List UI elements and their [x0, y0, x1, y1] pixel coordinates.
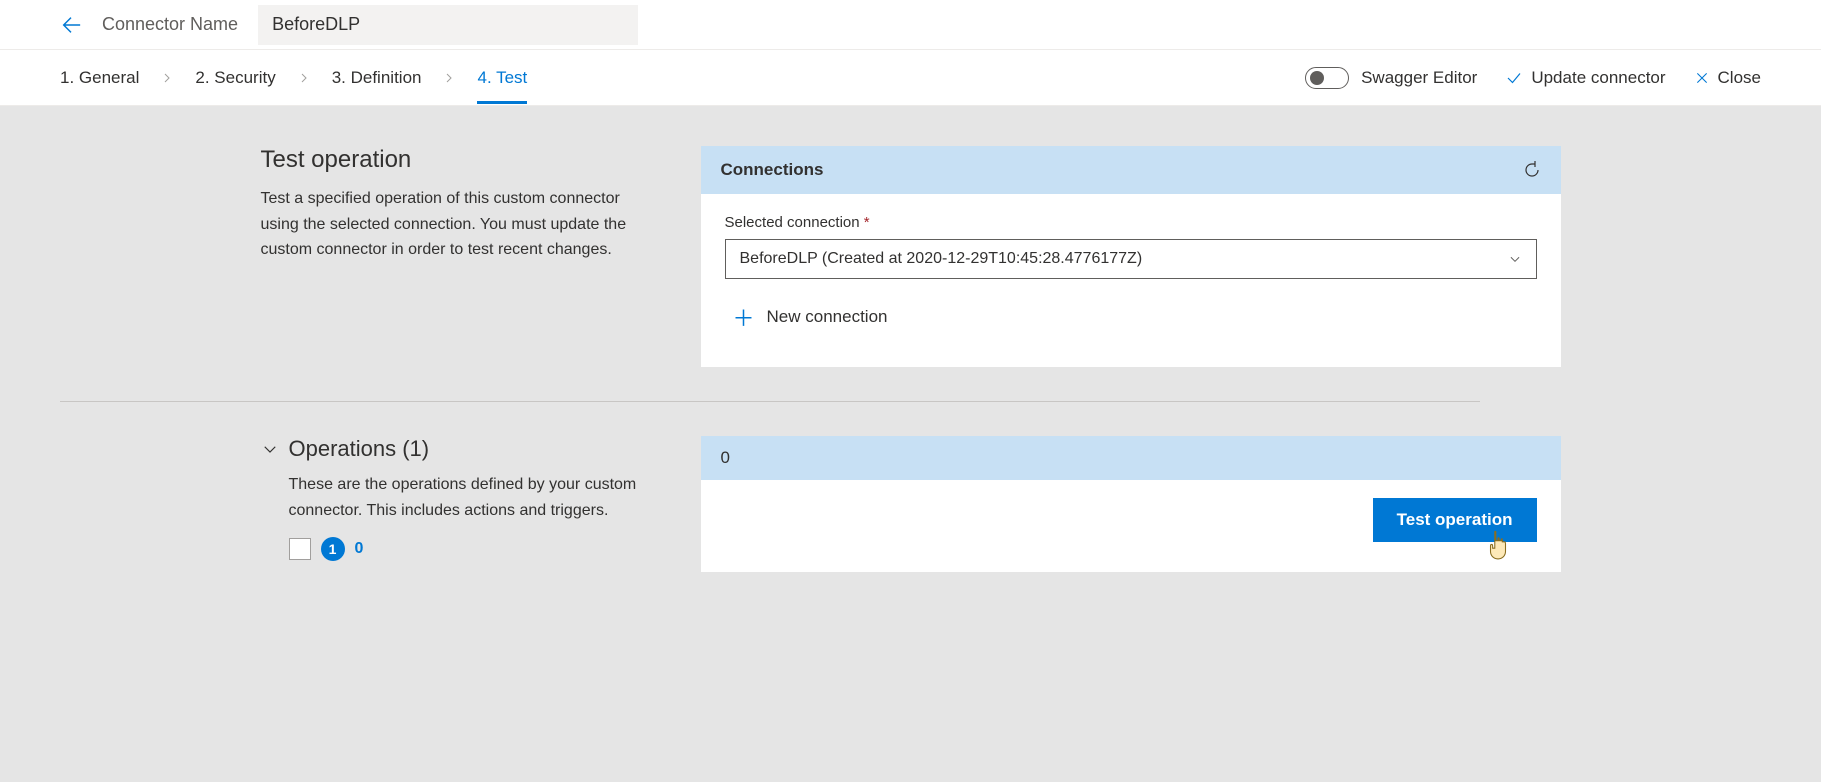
chevron-right-icon: [298, 72, 310, 84]
new-connection-label: New connection: [767, 307, 888, 327]
connector-name-label: Connector Name: [102, 14, 238, 35]
swagger-label: Swagger Editor: [1361, 68, 1477, 88]
operations-row: Operations (1) These are the operations …: [201, 436, 1621, 572]
test-button-row: Test operation: [701, 480, 1561, 572]
operations-heading[interactable]: Operations (1): [261, 436, 661, 462]
test-description-col: Test operation Test a specified operatio…: [261, 146, 661, 367]
connections-heading: Connections: [721, 160, 824, 180]
operations-description-col: Operations (1) These are the operations …: [261, 436, 661, 572]
refresh-icon[interactable]: [1523, 161, 1541, 179]
content-area: Test operation Test a specified operatio…: [0, 106, 1821, 782]
test-operation-title: Test operation: [261, 146, 661, 174]
operations-checkbox[interactable]: [289, 538, 311, 560]
swagger-toggle[interactable]: [1305, 67, 1349, 89]
operations-badges: 1 0: [289, 537, 661, 561]
step-security[interactable]: 2. Security: [195, 52, 275, 104]
test-operation-button[interactable]: Test operation: [1373, 498, 1537, 542]
connections-panel-header: Connections: [701, 146, 1561, 194]
connections-panel: Connections Selected connection * Before…: [701, 146, 1561, 367]
update-connector-label: Update connector: [1531, 68, 1665, 88]
required-asterisk: *: [864, 214, 870, 231]
test-operation-desc: Test a specified operation of this custo…: [261, 186, 661, 263]
operation-badge-circle[interactable]: 1: [321, 537, 345, 561]
new-connection-button[interactable]: ＋ New connection: [725, 301, 1537, 333]
back-button[interactable]: [60, 14, 82, 36]
connector-name-input[interactable]: [258, 5, 638, 45]
selected-connection-dropdown[interactable]: BeforeDLP (Created at 2020-12-29T10:45:2…: [725, 239, 1537, 279]
step-definition[interactable]: 3. Definition: [332, 52, 422, 104]
connections-panel-body: Selected connection * BeforeDLP (Created…: [701, 194, 1561, 367]
header-actions: Swagger Editor Update connector Close: [1305, 67, 1761, 89]
operation-panel-header: 0: [701, 436, 1561, 480]
close-icon: [1694, 70, 1710, 86]
step-test[interactable]: 4. Test: [477, 52, 527, 104]
update-connector-button[interactable]: Update connector: [1505, 68, 1665, 88]
test-row: Test operation Test a specified operatio…: [201, 146, 1621, 367]
top-header: Connector Name: [0, 0, 1821, 50]
close-label: Close: [1718, 68, 1761, 88]
steps-nav: 1. General 2. Security 3. Definition 4. …: [60, 52, 527, 104]
operation-panel: 0 Test operation: [701, 436, 1561, 572]
operation-panel-col: 0 Test operation: [701, 436, 1561, 572]
operation-badge-number[interactable]: 0: [355, 540, 364, 558]
plus-icon: ＋: [733, 301, 755, 333]
chevron-right-icon: [443, 72, 455, 84]
steps-bar: 1. General 2. Security 3. Definition 4. …: [0, 50, 1821, 106]
operations-heading-text: Operations (1): [289, 436, 430, 462]
toggle-knob-icon: [1310, 71, 1324, 85]
chevron-down-icon: [261, 440, 279, 458]
close-button[interactable]: Close: [1694, 68, 1761, 88]
selected-connection-label: Selected connection *: [725, 214, 1537, 231]
connections-col: Connections Selected connection * Before…: [701, 146, 1561, 367]
operations-desc: These are the operations defined by your…: [289, 472, 661, 523]
selected-connection-value: BeforeDLP (Created at 2020-12-29T10:45:2…: [740, 250, 1143, 268]
chevron-right-icon: [161, 72, 173, 84]
checkmark-icon: [1505, 69, 1523, 87]
arrow-left-icon: [60, 14, 82, 36]
step-general[interactable]: 1. General: [60, 52, 139, 104]
chevron-down-icon: [1508, 252, 1522, 266]
section-divider: [60, 401, 1480, 402]
